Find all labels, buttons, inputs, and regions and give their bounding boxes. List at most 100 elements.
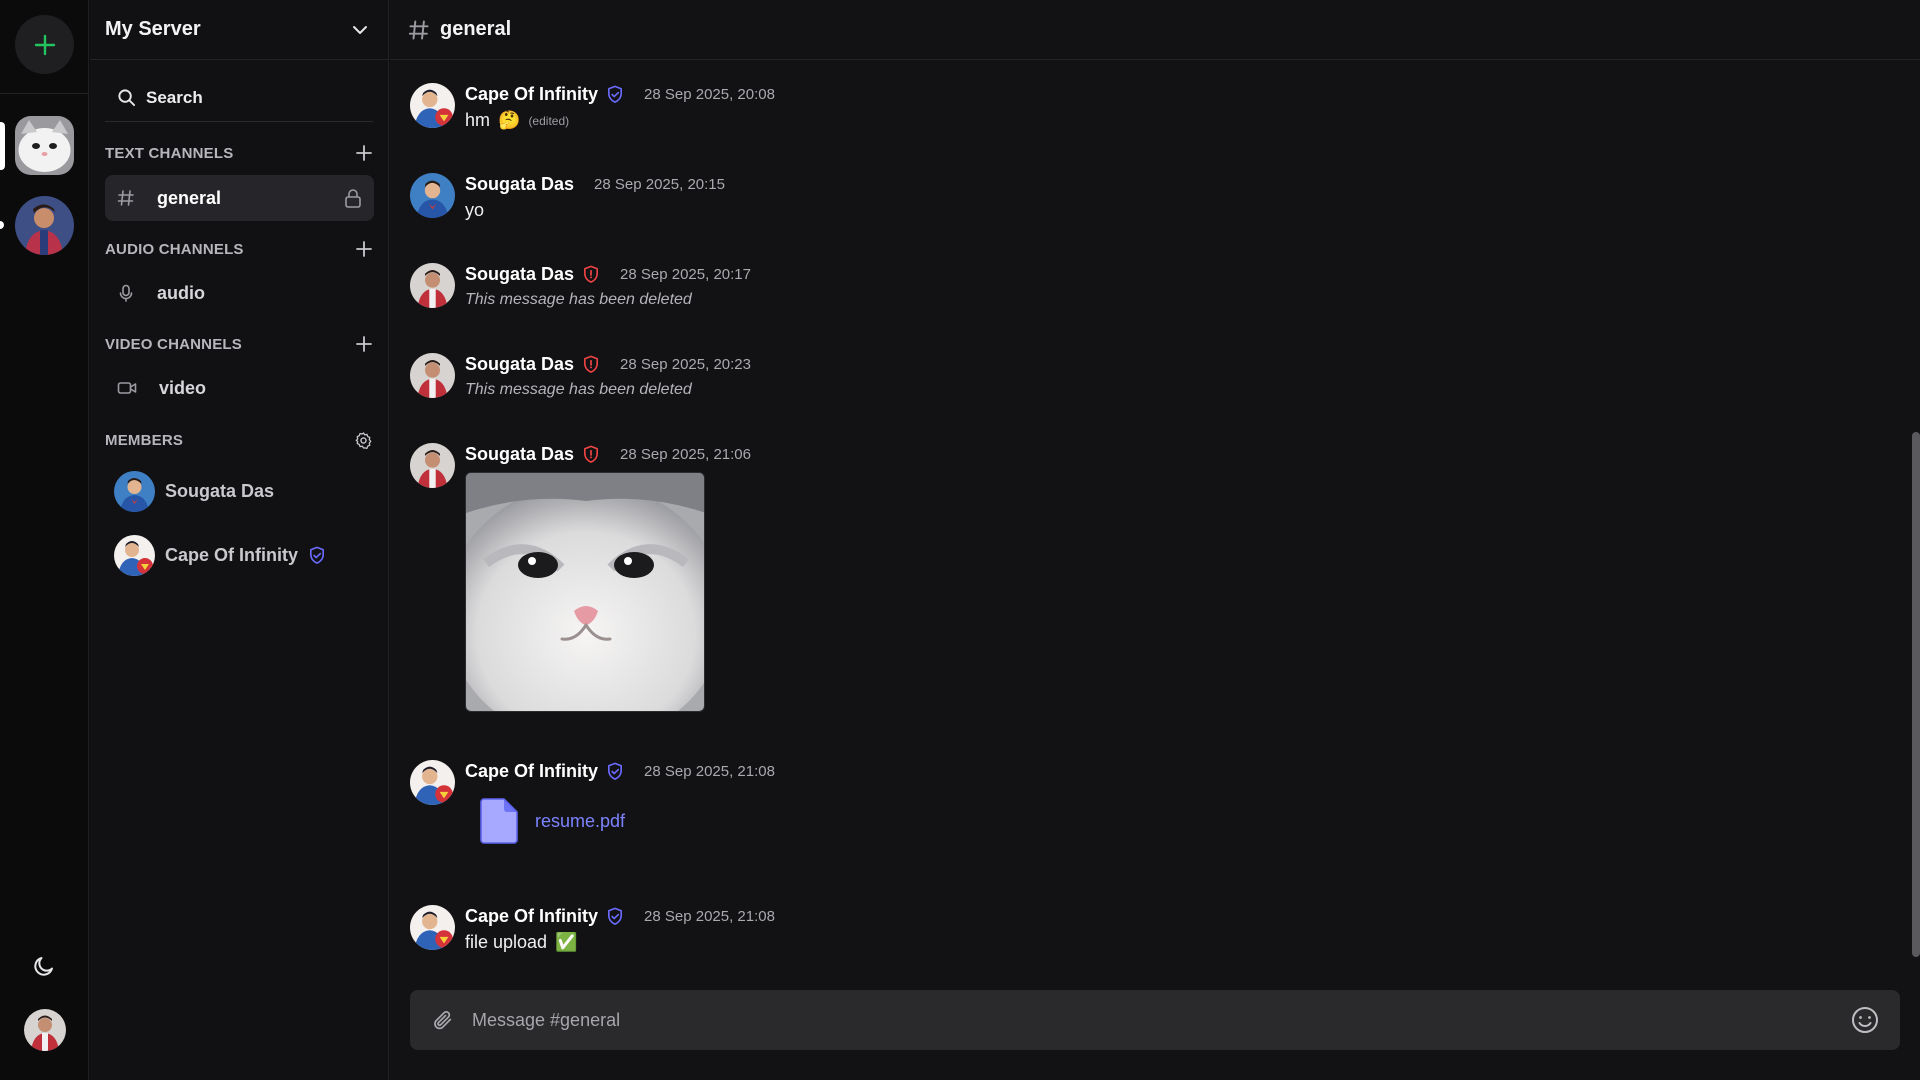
file-link[interactable]: resume.pdf — [535, 811, 625, 832]
member-item[interactable]: Cape Of Infinity — [114, 535, 326, 576]
member-name: Cape Of Infinity — [165, 545, 299, 565]
hash-icon — [117, 190, 134, 206]
video-channels-section: VIDEO CHANNELS — [105, 335, 373, 353]
search-button[interactable]: Search — [105, 74, 373, 122]
shield-alert-icon — [584, 265, 599, 283]
chat-area: general Cape Of Infinity 28 Sep 2025, 20… — [390, 0, 1920, 1080]
shield-check-icon — [608, 907, 622, 925]
server-rail — [0, 0, 89, 1080]
add-video-channel-icon[interactable] — [355, 335, 373, 353]
message-timestamp: 28 Sep 2025, 20:15 — [594, 175, 725, 193]
shield-check-icon — [310, 546, 324, 564]
message-timestamp: 28 Sep 2025, 20:23 — [620, 355, 751, 373]
active-server-indicator — [0, 122, 5, 170]
section-title: VIDEO CHANNELS — [105, 335, 242, 353]
image-attachment[interactable] — [465, 472, 705, 712]
add-server-button[interactable] — [15, 15, 74, 74]
message-timestamp: 28 Sep 2025, 20:08 — [644, 85, 775, 103]
message-author[interactable]: Cape Of Infinity — [465, 84, 598, 105]
section-title: AUDIO CHANNELS — [105, 240, 244, 258]
file-attachment[interactable]: resume.pdf — [480, 798, 1365, 844]
edited-label: (edited) — [528, 113, 570, 128]
avatar[interactable] — [410, 83, 455, 128]
message-timestamp: 28 Sep 2025, 21:08 — [644, 762, 775, 780]
message-author[interactable]: Cape Of Infinity — [465, 761, 598, 782]
message-composer — [410, 990, 1900, 1050]
message-input[interactable] — [472, 1009, 1822, 1031]
avatar — [114, 471, 155, 512]
current-user-image — [24, 1009, 66, 1051]
message-timestamp: 28 Sep 2025, 21:06 — [620, 445, 751, 463]
message-author[interactable]: Sougata Das — [465, 264, 574, 285]
members-section: MEMBERS — [105, 431, 373, 450]
moon-icon — [34, 957, 53, 976]
avatar — [114, 535, 155, 576]
audio-channels-section: AUDIO CHANNELS — [105, 240, 373, 258]
message-author[interactable]: Sougata Das — [465, 354, 574, 375]
rail-separator — [0, 93, 89, 94]
member-item[interactable]: Sougata Das — [114, 471, 274, 512]
plus-icon — [34, 34, 55, 55]
cat-photo — [466, 473, 704, 711]
message-timestamp: 28 Sep 2025, 20:17 — [620, 265, 751, 283]
channel-title: general — [440, 18, 512, 40]
paperclip-icon[interactable] — [432, 1009, 454, 1031]
thinking-emoji: 🤔 — [498, 110, 521, 130]
channel-label: general — [157, 187, 222, 208]
shield-check-icon — [608, 85, 622, 103]
search-label: Search — [146, 87, 203, 107]
message-author[interactable]: Cape Of Infinity — [465, 906, 598, 927]
shield-alert-icon — [584, 355, 599, 373]
server-name: My Server — [105, 18, 201, 40]
add-audio-channel-icon[interactable] — [355, 240, 373, 258]
channel-item-audio[interactable]: audio — [105, 270, 374, 316]
server-icon-user[interactable] — [15, 196, 74, 255]
search-icon — [118, 89, 136, 107]
microphone-icon — [119, 284, 133, 302]
member-name: Sougata Das — [165, 481, 275, 501]
channel-sidebar: My Server Search TEXT CHANNELS general A… — [90, 0, 389, 1080]
lock-icon — [345, 189, 361, 208]
current-user-avatar[interactable] — [24, 1009, 66, 1051]
text-channels-section: TEXT CHANNELS — [105, 144, 373, 162]
deleted-message-text: This message has been deleted — [465, 381, 692, 398]
avatar[interactable] — [410, 263, 455, 308]
avatar[interactable] — [410, 443, 455, 488]
channel-label: audio — [157, 282, 205, 303]
check-mark-emoji: ✅ — [555, 932, 578, 952]
message-text: hm — [465, 110, 491, 130]
theme-toggle-button[interactable] — [29, 951, 59, 981]
chevron-down-icon[interactable] — [350, 20, 370, 40]
shield-check-icon — [608, 762, 622, 780]
cat-server-image — [15, 116, 74, 175]
server-icon-cat[interactable] — [15, 116, 74, 175]
emoji-picker-icon[interactable] — [1850, 1005, 1880, 1035]
message-text: yo — [465, 200, 485, 220]
message-author[interactable]: Sougata Das — [465, 174, 574, 195]
server-header[interactable]: My Server — [90, 0, 388, 60]
chat-scrollbar[interactable] — [1912, 432, 1920, 957]
section-title: TEXT CHANNELS — [105, 144, 234, 162]
unread-server-indicator — [0, 221, 4, 229]
channel-item-video[interactable]: video — [105, 365, 374, 411]
channel-label: video — [159, 377, 207, 398]
avatar[interactable] — [410, 760, 455, 805]
avatar[interactable] — [410, 353, 455, 398]
channel-item-general[interactable]: general — [105, 175, 374, 221]
user-server-image — [15, 196, 74, 255]
channel-header: general — [390, 0, 1920, 60]
message-text: file upload — [465, 932, 548, 952]
add-text-channel-icon[interactable] — [355, 144, 373, 162]
video-camera-icon — [117, 382, 137, 394]
hash-icon — [408, 19, 429, 40]
avatar[interactable] — [410, 173, 455, 218]
message-author[interactable]: Sougata Das — [465, 444, 574, 465]
file-icon — [480, 798, 518, 844]
gear-icon[interactable] — [354, 431, 373, 450]
shield-alert-icon — [584, 445, 599, 463]
app-window: My Server Search TEXT CHANNELS general A… — [0, 0, 1920, 1080]
section-title: MEMBERS — [105, 432, 184, 449]
avatar[interactable] — [410, 905, 455, 950]
message-timestamp: 28 Sep 2025, 21:08 — [644, 907, 775, 925]
deleted-message-text: This message has been deleted — [465, 291, 692, 308]
